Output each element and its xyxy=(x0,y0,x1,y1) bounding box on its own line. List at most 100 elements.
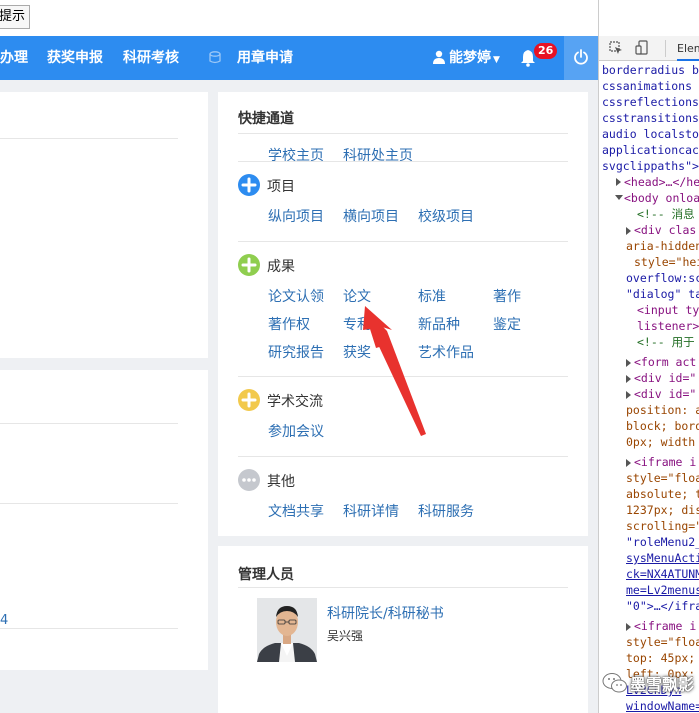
admin-name: 吴兴强 xyxy=(327,629,364,643)
section-title-academic-exchange: 学术交流 xyxy=(267,394,323,410)
link-research-office-home[interactable]: 科研处主页 xyxy=(343,145,413,165)
link-school-home[interactable]: 学校主页 xyxy=(268,145,324,165)
seal-icon xyxy=(209,51,221,64)
devtools-line: applicationcac xyxy=(602,143,699,157)
divider xyxy=(238,133,568,134)
quick-channel-title: 快捷通道 xyxy=(238,111,294,127)
tab-elements[interactable]: Elem xyxy=(677,36,699,61)
devtools-line[interactable]: <div clas xyxy=(634,222,696,238)
link-school-project[interactable]: 校级项目 xyxy=(418,206,474,226)
admin-photo xyxy=(257,598,317,662)
left-panel-bottom: 4 xyxy=(0,370,208,670)
devtools-line[interactable]: <div id=" xyxy=(634,386,696,402)
devtools-line[interactable]: <body onloa xyxy=(624,190,699,206)
devtools-line: 1237px; dis xyxy=(626,503,699,517)
link-award[interactable]: 获奖 xyxy=(343,342,371,362)
nav-item-seal-apply[interactable]: 用章申请 xyxy=(237,36,293,80)
devtools-line: overflow:sc xyxy=(626,271,699,285)
more-circle-icon xyxy=(238,469,260,491)
link-patent[interactable]: 专利 xyxy=(343,314,371,334)
devtools-line: 0px; width xyxy=(626,435,696,449)
nav-item-award-apply[interactable]: 获奖申报 xyxy=(47,36,103,80)
devtools-line: block; bord xyxy=(626,419,699,433)
inspect-icon[interactable] xyxy=(609,41,623,55)
link-attend-meeting[interactable]: 参加会议 xyxy=(268,421,324,441)
plus-circle-icon xyxy=(238,174,260,196)
section-title-project: 项目 xyxy=(267,179,295,195)
expand-triangle-icon[interactable] xyxy=(626,459,631,467)
admin-role: 科研院长/科研秘书 xyxy=(327,606,444,622)
prompt-button[interactable]: 提示 xyxy=(0,5,30,29)
device-toggle-icon[interactable] xyxy=(635,40,649,56)
divider xyxy=(238,456,568,457)
notification-badge: 26 xyxy=(534,43,558,59)
divider xyxy=(238,161,568,162)
expand-triangle-icon[interactable] xyxy=(626,227,631,235)
devtools-toolbar: Elem xyxy=(599,36,699,61)
devtools-line[interactable]: <iframe i xyxy=(634,454,696,470)
devtools-line[interactable]: <iframe i xyxy=(634,618,696,634)
link-paper[interactable]: 论文 xyxy=(343,286,371,306)
link-paper-claim[interactable]: 论文认领 xyxy=(268,286,324,306)
link-vertical-project[interactable]: 纵向项目 xyxy=(268,206,324,226)
plus-circle-icon xyxy=(238,389,260,411)
expand-triangle-icon[interactable] xyxy=(626,375,631,383)
link-research-details[interactable]: 科研详情 xyxy=(343,501,399,521)
top-strip: 提示 xyxy=(0,0,598,36)
devtools-link[interactable]: me=Lv2menus xyxy=(626,582,699,598)
link-copyright[interactable]: 著作权 xyxy=(268,314,310,334)
plus-circle-icon xyxy=(238,254,260,276)
section-title-results: 成果 xyxy=(267,259,295,275)
devtools-line[interactable]: <head>…</he xyxy=(624,174,699,190)
power-icon xyxy=(574,49,588,65)
link-new-variety[interactable]: 新品种 xyxy=(418,314,460,334)
admin-title: 管理人员 xyxy=(238,567,294,583)
nav-item-handle[interactable]: 办理 xyxy=(0,36,28,80)
divider xyxy=(0,503,178,504)
devtools-line: "0">…</ifra xyxy=(626,599,699,613)
nav-item-research-assessment[interactable]: 科研考核 xyxy=(123,36,179,80)
link-research-report[interactable]: 研究报告 xyxy=(268,342,324,362)
watermark-text: 墨雪飘影 xyxy=(630,675,695,694)
devtools-link[interactable]: windowName= xyxy=(626,698,699,713)
left-link[interactable]: 4 xyxy=(0,613,8,628)
devtools-line: <!-- 用于 xyxy=(637,335,695,349)
link-book[interactable]: 著作 xyxy=(493,286,521,306)
link-standard[interactable]: 标准 xyxy=(418,286,446,306)
devtools-link[interactable]: sysMenuActi xyxy=(626,550,699,566)
link-research-service[interactable]: 科研服务 xyxy=(418,501,474,521)
devtools-line: scrolling=" xyxy=(626,519,699,533)
divider xyxy=(238,376,568,377)
divider xyxy=(238,241,568,242)
devtools-line: position: a xyxy=(626,403,699,417)
main-nav: 办理 获奖申报 科研考核 用章申请 能梦婷 ▼ 26 xyxy=(0,36,598,80)
wechat-icon xyxy=(602,673,627,693)
devtools-line: "dialog" ta xyxy=(626,287,699,301)
devtools-line[interactable]: <form act xyxy=(634,354,696,370)
user-name: 能梦婷 xyxy=(449,50,491,66)
collapse-triangle-icon[interactable] xyxy=(615,195,623,200)
user-menu[interactable]: 能梦婷 ▼ xyxy=(432,36,500,82)
expand-triangle-icon[interactable] xyxy=(616,178,621,186)
link-horizontal-project[interactable]: 横向项目 xyxy=(343,206,399,226)
devtools-line: style="floa xyxy=(626,635,699,649)
expand-triangle-icon[interactable] xyxy=(626,391,631,399)
devtools-line[interactable]: <div id=" xyxy=(634,370,696,386)
devtools-link[interactable]: ck=NX4ATUNM xyxy=(626,566,699,582)
devtools-line: audio localsto xyxy=(602,127,699,141)
devtools-line: <input ty xyxy=(637,303,699,317)
devtools-line: cssanimations xyxy=(602,79,693,93)
devtools-line: listener> xyxy=(637,319,699,333)
devtools-line: <!-- 消息 xyxy=(637,207,695,221)
devtools-line: csstransitions xyxy=(602,111,699,125)
chevron-down-icon: ▼ xyxy=(493,55,500,65)
devtools-line: aria-hidden xyxy=(626,239,699,253)
expand-triangle-icon[interactable] xyxy=(626,623,631,631)
logout-button[interactable] xyxy=(564,36,598,80)
link-appraisal[interactable]: 鉴定 xyxy=(493,314,521,334)
expand-triangle-icon[interactable] xyxy=(626,359,631,367)
devtools-line: style="hei xyxy=(634,255,699,269)
link-art-work[interactable]: 艺术作品 xyxy=(418,342,474,362)
link-doc-share[interactable]: 文档共享 xyxy=(268,501,324,521)
user-icon xyxy=(433,50,445,64)
